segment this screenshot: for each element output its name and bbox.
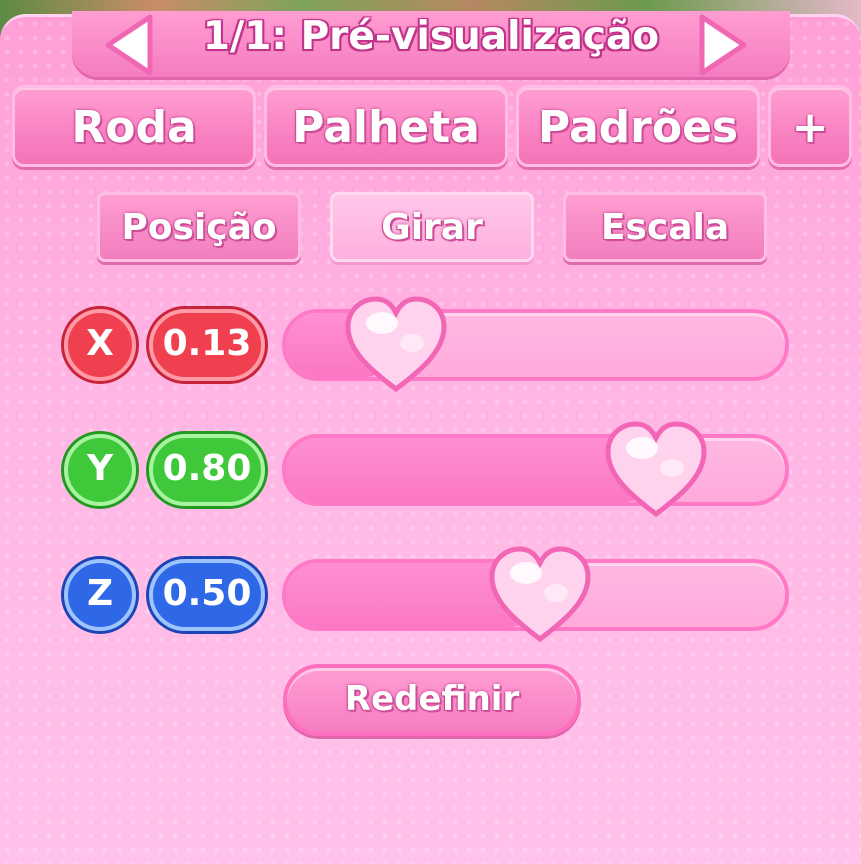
z-axis-badge: Z	[64, 559, 136, 631]
next-arrow-button[interactable]	[692, 13, 752, 77]
previous-arrow-button[interactable]	[100, 13, 160, 77]
z-value-field[interactable]: 0.50	[149, 559, 265, 631]
y-value-field[interactable]: 0.80	[149, 434, 265, 506]
x-slider-thumb[interactable]	[342, 293, 450, 397]
x-slider-track[interactable]	[282, 296, 789, 393]
arrow-right-icon	[699, 14, 747, 76]
reset-button[interactable]: Redefinir	[283, 664, 581, 736]
z-slider-thumb[interactable]	[486, 543, 594, 647]
y-slider-fill	[286, 438, 656, 502]
preview-title: 1/1: Pré-visualização	[202, 14, 660, 59]
subtab-girar[interactable]: Girar	[330, 192, 534, 262]
x-value-field[interactable]: 0.13	[149, 309, 265, 381]
heart-icon	[345, 296, 447, 393]
arrow-left-icon	[105, 14, 153, 76]
subtab-escala[interactable]: Escala	[563, 192, 767, 262]
heart-icon	[488, 546, 591, 643]
heart-icon	[605, 421, 707, 518]
y-axis-badge: Y	[64, 434, 136, 506]
z-slider-track[interactable]	[282, 546, 789, 643]
customization-panel: 1/1: Pré-visualização Roda Palheta Padrõ…	[0, 11, 861, 864]
x-axis-badge: X	[64, 309, 136, 381]
y-slider-track[interactable]	[282, 421, 789, 518]
tab-padroes[interactable]: Padrões	[516, 85, 760, 167]
preview-banner: 1/1: Pré-visualização	[72, 11, 790, 77]
y-slider-thumb[interactable]	[602, 418, 710, 522]
subtab-posicao[interactable]: Posição	[97, 192, 301, 262]
tab-roda[interactable]: Roda	[12, 85, 256, 167]
tab-more-button[interactable]: +	[768, 85, 852, 167]
tab-palheta[interactable]: Palheta	[264, 85, 508, 167]
